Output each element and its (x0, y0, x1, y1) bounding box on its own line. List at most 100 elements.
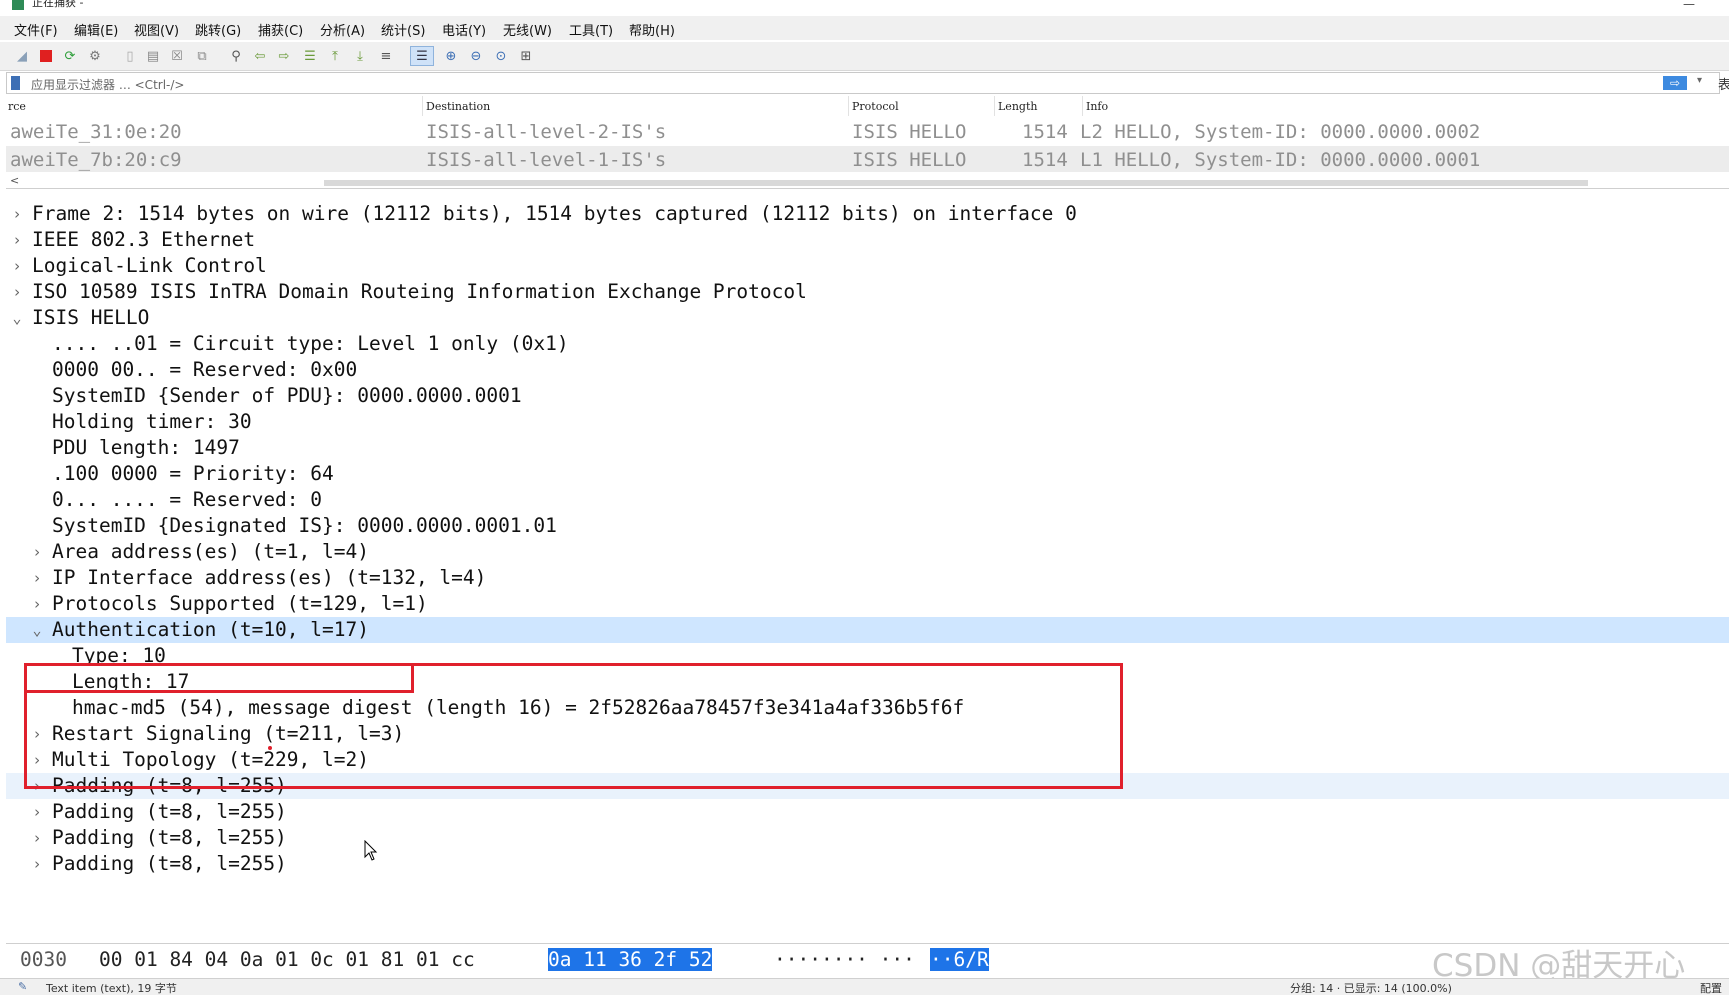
zoom-out-icon[interactable]: ⊖ (468, 48, 484, 64)
colorize-icon[interactable]: ☰ (410, 46, 434, 66)
packet-destination: ISIS-all-level-1-IS's (426, 149, 667, 171)
expand-arrow-icon[interactable]: › (30, 825, 44, 851)
status-field-info: Text item (text), 19 字节 (46, 982, 177, 995)
hex-bytes-selected[interactable]: 0a 11 36 2f 52 (548, 948, 713, 971)
close-file-icon[interactable]: ☒ (169, 48, 185, 64)
expand-arrow-icon[interactable]: › (10, 253, 24, 279)
edit-comment-icon[interactable]: ✎ (18, 980, 30, 993)
tree-item-padding[interactable]: › Padding (t=8, l=255) (6, 825, 1729, 851)
column-header-destination[interactable]: Destination (426, 100, 490, 113)
tree-item-ip-interface[interactable]: › IP Interface address(es) (t=132, l=4) (6, 565, 1729, 591)
column-header-source[interactable]: rce (8, 100, 26, 113)
packet-details-tree[interactable]: › Frame 2: 1514 bytes on wire (12112 bits… (6, 201, 1729, 937)
tree-field-reserved[interactable]: 0000 00.. = Reserved: 0x00 (6, 357, 1729, 383)
menu-statistics[interactable]: 统计(S) (381, 20, 425, 39)
tree-item-padding[interactable]: › Padding (t=8, l=255) (6, 851, 1729, 877)
restart-capture-icon[interactable]: ⟳ (62, 48, 78, 64)
packet-row-selected[interactable]: aweiTe_7b:20:c9 ISIS-all-level-1-IS's IS… (6, 146, 1729, 172)
menu-edit[interactable]: 编辑(E) (74, 20, 118, 39)
minimize-button[interactable]: — (1683, 0, 1695, 10)
apply-filter-arrow-icon[interactable]: ⇨ (1663, 76, 1687, 90)
tree-item-label: IEEE 802.3 Ethernet (32, 228, 256, 251)
menu-telephony[interactable]: 电话(Y) (442, 20, 486, 39)
tree-item-label: Padding (t=8, l=255) (52, 826, 287, 849)
horizontal-scrollbar[interactable]: < (6, 174, 1729, 188)
expand-arrow-icon[interactable]: › (30, 565, 44, 591)
go-forward-icon[interactable]: ⇨ (276, 48, 292, 64)
open-file-icon[interactable]: ▯ (122, 48, 138, 64)
shark-fin-start-icon[interactable]: ◢ (14, 48, 30, 64)
expand-arrow-icon[interactable]: › (30, 591, 44, 617)
tree-field-holding-timer[interactable]: Holding timer: 30 (6, 409, 1729, 435)
tree-field-reserved-bit[interactable]: 0... .... = Reserved: 0 (6, 487, 1729, 513)
menu-tools[interactable]: 工具(T) (569, 20, 613, 39)
tree-item-label: Frame 2: 1514 bytes on wire (12112 bits)… (32, 202, 1077, 225)
column-header-protocol[interactable]: Protocol (852, 100, 899, 113)
menu-view[interactable]: 视图(V) (134, 20, 179, 39)
tree-item-frame[interactable]: › Frame 2: 1514 bytes on wire (12112 bits… (6, 201, 1729, 227)
hex-bytes[interactable]: 00 01 84 04 0a 01 0c 01 81 01 cc (99, 948, 475, 971)
expand-arrow-icon[interactable]: › (10, 227, 24, 253)
column-divider[interactable] (848, 96, 849, 116)
capture-options-icon[interactable]: ⚙ (87, 48, 103, 64)
status-profile[interactable]: 配置 (1700, 980, 1722, 995)
tree-item-label: Authentication (t=10, l=17) (52, 618, 369, 641)
tree-item-label: .... ..01 = Circuit type: Level 1 only (… (52, 332, 569, 355)
expand-arrow-icon[interactable]: › (10, 201, 24, 227)
column-divider[interactable] (422, 96, 423, 116)
reload-file-icon[interactable]: ⧉ (194, 48, 210, 64)
expand-arrow-icon[interactable]: › (30, 851, 44, 877)
go-first-icon[interactable]: ⤒ (327, 48, 343, 64)
stop-capture-icon[interactable] (38, 48, 54, 64)
save-file-icon[interactable]: ▤ (145, 48, 161, 64)
display-filter-bar[interactable]: 应用显示过滤器 … <Ctrl-/> ⇨ ▾ (6, 72, 1720, 94)
tree-field-sender-systemid[interactable]: SystemID {Sender of PDU}: 0000.0000.0001 (6, 383, 1729, 409)
tree-item-authentication[interactable]: ⌄ Authentication (t=10, l=17) (6, 617, 1729, 643)
collapse-arrow-icon[interactable]: ⌄ (10, 305, 24, 331)
tree-item-area-address[interactable]: › Area address(es) (t=1, l=4) (6, 539, 1729, 565)
filter-dropdown-icon[interactable]: ▾ (1697, 75, 1702, 86)
menu-capture[interactable]: 捕获(C) (258, 20, 303, 39)
menu-file[interactable]: 文件(F) (14, 20, 58, 39)
go-last-icon[interactable]: ⤓ (352, 48, 368, 64)
tree-item-ethernet[interactable]: › IEEE 802.3 Ethernet (6, 227, 1729, 253)
tree-item-protocols-supported[interactable]: › Protocols Supported (t=129, l=1) (6, 591, 1729, 617)
go-to-packet-icon[interactable]: ☰ (302, 48, 318, 64)
menu-bar: 文件(F) 编辑(E) 视图(V) 跳转(G) 捕获(C) 分析(A) 统计(S… (0, 16, 1729, 40)
expand-arrow-icon[interactable]: › (30, 799, 44, 825)
column-header-length[interactable]: Length (998, 100, 1037, 113)
normal-size-icon[interactable]: ⊙ (493, 48, 509, 64)
tree-item-isis-protocol[interactable]: › ISO 10589 ISIS InTRA Domain Routeing In… (6, 279, 1729, 305)
tree-field-circuit-type[interactable]: .... ..01 = Circuit type: Level 1 only (… (6, 331, 1729, 357)
tree-item-padding[interactable]: › Padding (t=8, l=255) (6, 799, 1729, 825)
zoom-in-icon[interactable]: ⊕ (443, 48, 459, 64)
ascii-bytes-selected[interactable]: ··6/R (930, 948, 989, 971)
packet-row[interactable]: aweiTe_31:0e:20 ISIS-all-level-2-IS's IS… (6, 118, 1729, 144)
expand-arrow-icon[interactable]: › (10, 279, 24, 305)
packet-list[interactable]: rce Destination Protocol Length Info awe… (6, 96, 1729, 189)
bookmark-icon[interactable] (11, 76, 20, 90)
column-divider[interactable] (994, 96, 995, 116)
menu-wireless[interactable]: 无线(W) (503, 20, 552, 39)
auto-scroll-icon[interactable]: ≡ (378, 48, 394, 64)
tree-field-pdu-length[interactable]: PDU length: 1497 (6, 435, 1729, 461)
tree-item-label: Padding (t=8, l=255) (52, 852, 287, 875)
find-packet-icon[interactable]: ⚲ (228, 48, 244, 64)
collapse-arrow-icon[interactable]: ⌄ (30, 617, 44, 643)
column-divider[interactable] (1082, 96, 1083, 116)
ascii-bytes[interactable]: ········ ··· (774, 948, 915, 971)
resize-columns-icon[interactable]: ⊞ (518, 48, 534, 64)
expand-arrow-icon[interactable]: › (30, 539, 44, 565)
scrollbar-thumb[interactable] (324, 180, 1588, 186)
go-back-icon[interactable]: ⇦ (252, 48, 268, 64)
tree-field-priority[interactable]: .100 0000 = Priority: 64 (6, 461, 1729, 487)
tree-item-isis-hello[interactable]: ⌄ ISIS HELLO (6, 305, 1729, 331)
column-header-info[interactable]: Info (1086, 100, 1108, 113)
tree-field-designated-is[interactable]: SystemID {Designated IS}: 0000.0000.0001… (6, 513, 1729, 539)
tree-item-llc[interactable]: › Logical-Link Control (6, 253, 1729, 279)
main-toolbar: ◢ ⟳ ⚙ ▯ ▤ ☒ ⧉ ⚲ ⇦ ⇨ ☰ ⤒ ⤓ ≡ ☰ ⊕ ⊖ ⊙ ⊞ (0, 42, 1729, 71)
menu-analyze[interactable]: 分析(A) (320, 20, 365, 39)
menu-help[interactable]: 帮助(H) (629, 20, 675, 39)
scroll-left-icon[interactable]: < (10, 174, 19, 187)
menu-go[interactable]: 跳转(G) (195, 20, 241, 39)
